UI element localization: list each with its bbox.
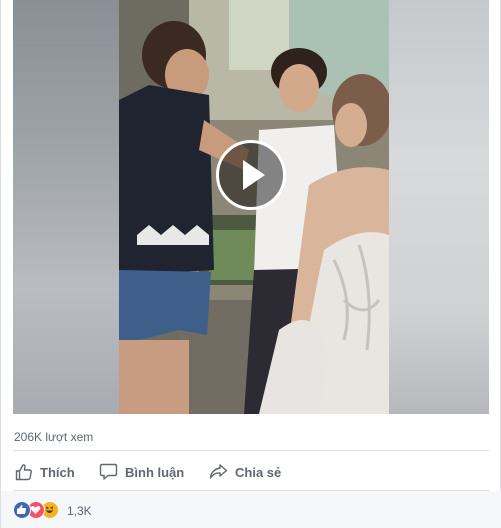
- reaction-count[interactable]: 1,3K: [67, 504, 92, 518]
- play-icon: [243, 160, 265, 190]
- share-icon: [209, 464, 228, 479]
- share-label: Chia sẻ: [235, 464, 282, 480]
- action-bar: Thích Bình luận Chia sẻ: [13, 458, 489, 486]
- video-player[interactable]: [13, 0, 489, 414]
- play-button[interactable]: [216, 140, 286, 210]
- video-blur-left: [13, 0, 119, 414]
- comment-icon: [99, 463, 118, 480]
- view-count: 206K lượt xem: [14, 430, 94, 444]
- like-button[interactable]: Thích: [15, 458, 75, 486]
- share-button[interactable]: Chia sẻ: [209, 458, 281, 486]
- reactions-summary[interactable]: 1,3K: [1, 491, 501, 528]
- like-label: Thích: [40, 464, 75, 480]
- comment-label: Bình luận: [125, 464, 185, 480]
- divider: [13, 450, 489, 451]
- comment-button[interactable]: Bình luận: [99, 458, 184, 486]
- thumbs-up-icon: [15, 464, 32, 481]
- like-icon: [13, 501, 31, 519]
- video-blur-right: [389, 0, 489, 414]
- feed-post: 206K lượt xem Thích Bình luận Chia sẻ 1,…: [0, 0, 501, 528]
